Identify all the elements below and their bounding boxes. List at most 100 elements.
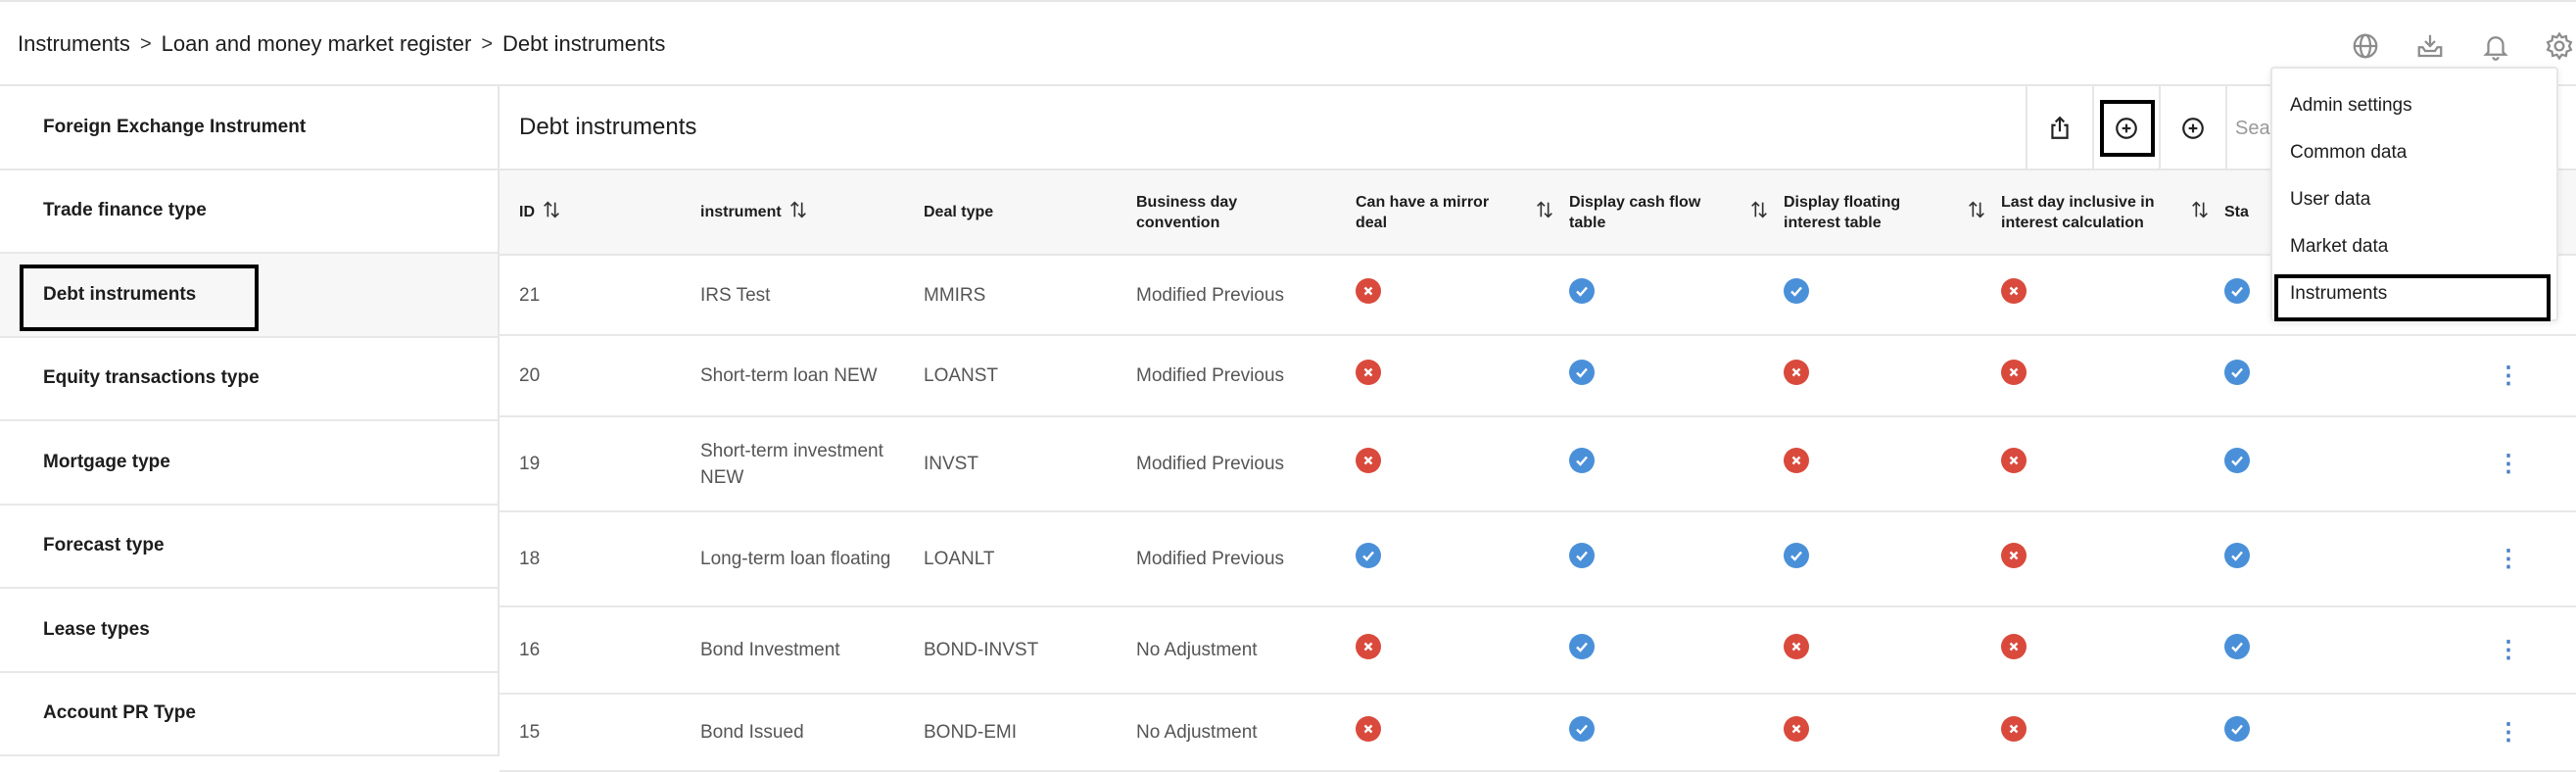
menu-item-user-data[interactable]: User data bbox=[2272, 176, 2556, 223]
bell-icon[interactable] bbox=[2477, 27, 2514, 65]
cell-id: 18 bbox=[500, 511, 700, 607]
table-row[interactable]: 18 Long-term loan floating LOANLT Modified … bbox=[500, 511, 2576, 607]
cell-status bbox=[2224, 335, 2441, 417]
check-circle-icon bbox=[1569, 447, 1595, 473]
highlight-box bbox=[2274, 274, 2551, 321]
cell-status bbox=[2224, 416, 2441, 512]
sidebar-item-label: Lease types bbox=[43, 618, 150, 640]
kebab-menu-icon[interactable]: ⋮ bbox=[2497, 637, 2520, 663]
check-circle-icon bbox=[2224, 359, 2250, 385]
breadcrumb-loan-register[interactable]: Loan and money market register bbox=[162, 31, 472, 57]
sidebar-item-mortgage[interactable]: Mortgage type bbox=[0, 421, 498, 506]
check-circle-icon bbox=[1569, 715, 1595, 742]
globe-icon[interactable] bbox=[2347, 27, 2384, 65]
sidebar-item-trade-finance[interactable]: Trade finance type bbox=[0, 170, 498, 254]
share-icon bbox=[2051, 116, 2069, 139]
column-header-cashflow[interactable]: Display cash flow table bbox=[1569, 170, 1784, 256]
kebab-menu-icon[interactable]: ⋮ bbox=[2497, 451, 2520, 477]
share-button[interactable] bbox=[2026, 86, 2092, 170]
sidebar-item-account-pr[interactable]: Account PR Type bbox=[0, 673, 498, 756]
sidebar-item-label: Trade finance type bbox=[43, 200, 207, 221]
cell-lastday bbox=[2001, 416, 2224, 512]
table-row[interactable]: 20 Short-term loan NEW LOANST Modified Prev… bbox=[500, 335, 2576, 417]
cell-floating bbox=[1784, 694, 2001, 772]
table-row[interactable]: 19 Short-term investment NEW INVST Modified… bbox=[500, 416, 2576, 512]
sort-icon[interactable] bbox=[1966, 199, 1987, 226]
add-button[interactable] bbox=[2092, 86, 2159, 170]
column-header-id[interactable]: ID bbox=[500, 170, 700, 256]
sidebar-item-lease[interactable]: Lease types bbox=[0, 589, 498, 673]
check-circle-icon bbox=[1356, 542, 1381, 568]
column-label: Business day convention bbox=[1136, 193, 1238, 231]
inbox-download-icon[interactable] bbox=[2411, 27, 2449, 65]
check-circle-icon bbox=[1784, 542, 1809, 568]
cell-bdc: No Adjustment bbox=[1136, 606, 1356, 695]
x-circle-icon bbox=[1356, 715, 1381, 742]
row-actions-cell: ⋮ bbox=[2441, 694, 2576, 772]
sidebar-item-foreign-exchange[interactable]: Foreign Exchange Instrument bbox=[0, 86, 498, 170]
top-bar: Instruments > Loan and money market regi… bbox=[0, 0, 2576, 86]
sort-icon[interactable] bbox=[1534, 199, 1555, 226]
kebab-menu-icon[interactable]: ⋮ bbox=[2497, 362, 2520, 389]
x-circle-icon bbox=[1784, 715, 1809, 742]
cell-id: 21 bbox=[500, 255, 700, 336]
cell-floating bbox=[1784, 606, 2001, 695]
row-actions-cell: ⋮ bbox=[2441, 335, 2576, 417]
chevron-right-icon: > bbox=[139, 32, 152, 55]
menu-item-common-data[interactable]: Common data bbox=[2272, 129, 2556, 176]
cell-floating bbox=[1784, 255, 2001, 336]
cell-floating bbox=[1784, 335, 2001, 417]
column-label: Can have a mirror deal bbox=[1356, 193, 1490, 231]
column-header-instrument[interactable]: instrument bbox=[700, 170, 924, 256]
sidebar-item-label: Forecast type bbox=[43, 535, 165, 556]
page-title: Debt instruments bbox=[519, 114, 697, 140]
x-circle-icon bbox=[1784, 359, 1809, 385]
add-secondary-button[interactable] bbox=[2159, 86, 2225, 170]
cell-deal-type: LOANLT bbox=[924, 511, 1136, 607]
sidebar-item-label: Account PR Type bbox=[43, 702, 196, 724]
sidebar-item-debt-instruments[interactable]: Debt instruments bbox=[0, 254, 498, 338]
menu-item-admin-settings[interactable]: Admin settings bbox=[2272, 82, 2556, 129]
cell-status bbox=[2224, 511, 2441, 607]
cell-deal-type: BOND-INVST bbox=[924, 606, 1136, 695]
gear-icon[interactable] bbox=[2541, 27, 2576, 65]
x-circle-icon bbox=[1356, 359, 1381, 385]
check-circle-icon bbox=[2224, 278, 2250, 304]
breadcrumb-debt-instruments: Debt instruments bbox=[502, 31, 666, 56]
sort-icon[interactable] bbox=[541, 199, 562, 226]
column-label: ID bbox=[519, 204, 535, 220]
check-circle-icon bbox=[2224, 715, 2250, 742]
column-header-floating[interactable]: Display floating interest table bbox=[1784, 170, 2001, 256]
sidebar-item-forecast[interactable]: Forecast type bbox=[0, 506, 498, 589]
kebab-menu-icon[interactable]: ⋮ bbox=[2497, 546, 2520, 572]
table-row[interactable]: 16 Bond Investment BOND-INVST No Adjustment… bbox=[500, 606, 2576, 695]
column-header-deal-type: Deal type bbox=[924, 170, 1136, 256]
table-row[interactable]: 15 Bond Issued BOND-EMI No Adjustment ⋮ bbox=[500, 694, 2576, 772]
x-circle-icon bbox=[2001, 278, 2027, 304]
row-actions-cell: ⋮ bbox=[2441, 511, 2576, 607]
cell-status bbox=[2224, 694, 2441, 772]
highlight-box bbox=[20, 265, 259, 331]
cell-instrument: Long-term loan floating bbox=[700, 511, 924, 607]
column-header-lastday[interactable]: Last day inclusive in interest calculati… bbox=[2001, 170, 2224, 256]
column-label: Display floating interest table bbox=[1784, 193, 1901, 231]
check-circle-icon bbox=[2224, 447, 2250, 473]
menu-item-instruments[interactable]: Instruments bbox=[2272, 270, 2556, 321]
cell-instrument: Bond Issued bbox=[700, 694, 924, 772]
sort-icon[interactable] bbox=[1748, 199, 1770, 226]
check-circle-icon bbox=[2224, 633, 2250, 659]
cell-cashflow bbox=[1569, 694, 1784, 772]
table-row[interactable]: 21 IRS Test MMIRS Modified Previous bbox=[500, 255, 2576, 336]
cell-bdc: Modified Previous bbox=[1136, 511, 1356, 607]
menu-item-market-data[interactable]: Market data bbox=[2272, 223, 2556, 270]
kebab-menu-icon[interactable]: ⋮ bbox=[2497, 719, 2520, 746]
cell-lastday bbox=[2001, 511, 2224, 607]
cell-lastday bbox=[2001, 694, 2224, 772]
cell-bdc: No Adjustment bbox=[1136, 694, 1356, 772]
sort-icon[interactable] bbox=[787, 199, 809, 226]
column-header-mirror[interactable]: Can have a mirror deal bbox=[1356, 170, 1569, 256]
sidebar-item-equity[interactable]: Equity transactions type bbox=[0, 338, 498, 421]
check-circle-icon bbox=[1784, 278, 1809, 304]
sort-icon[interactable] bbox=[2189, 199, 2211, 226]
breadcrumb-instruments[interactable]: Instruments bbox=[18, 31, 130, 57]
